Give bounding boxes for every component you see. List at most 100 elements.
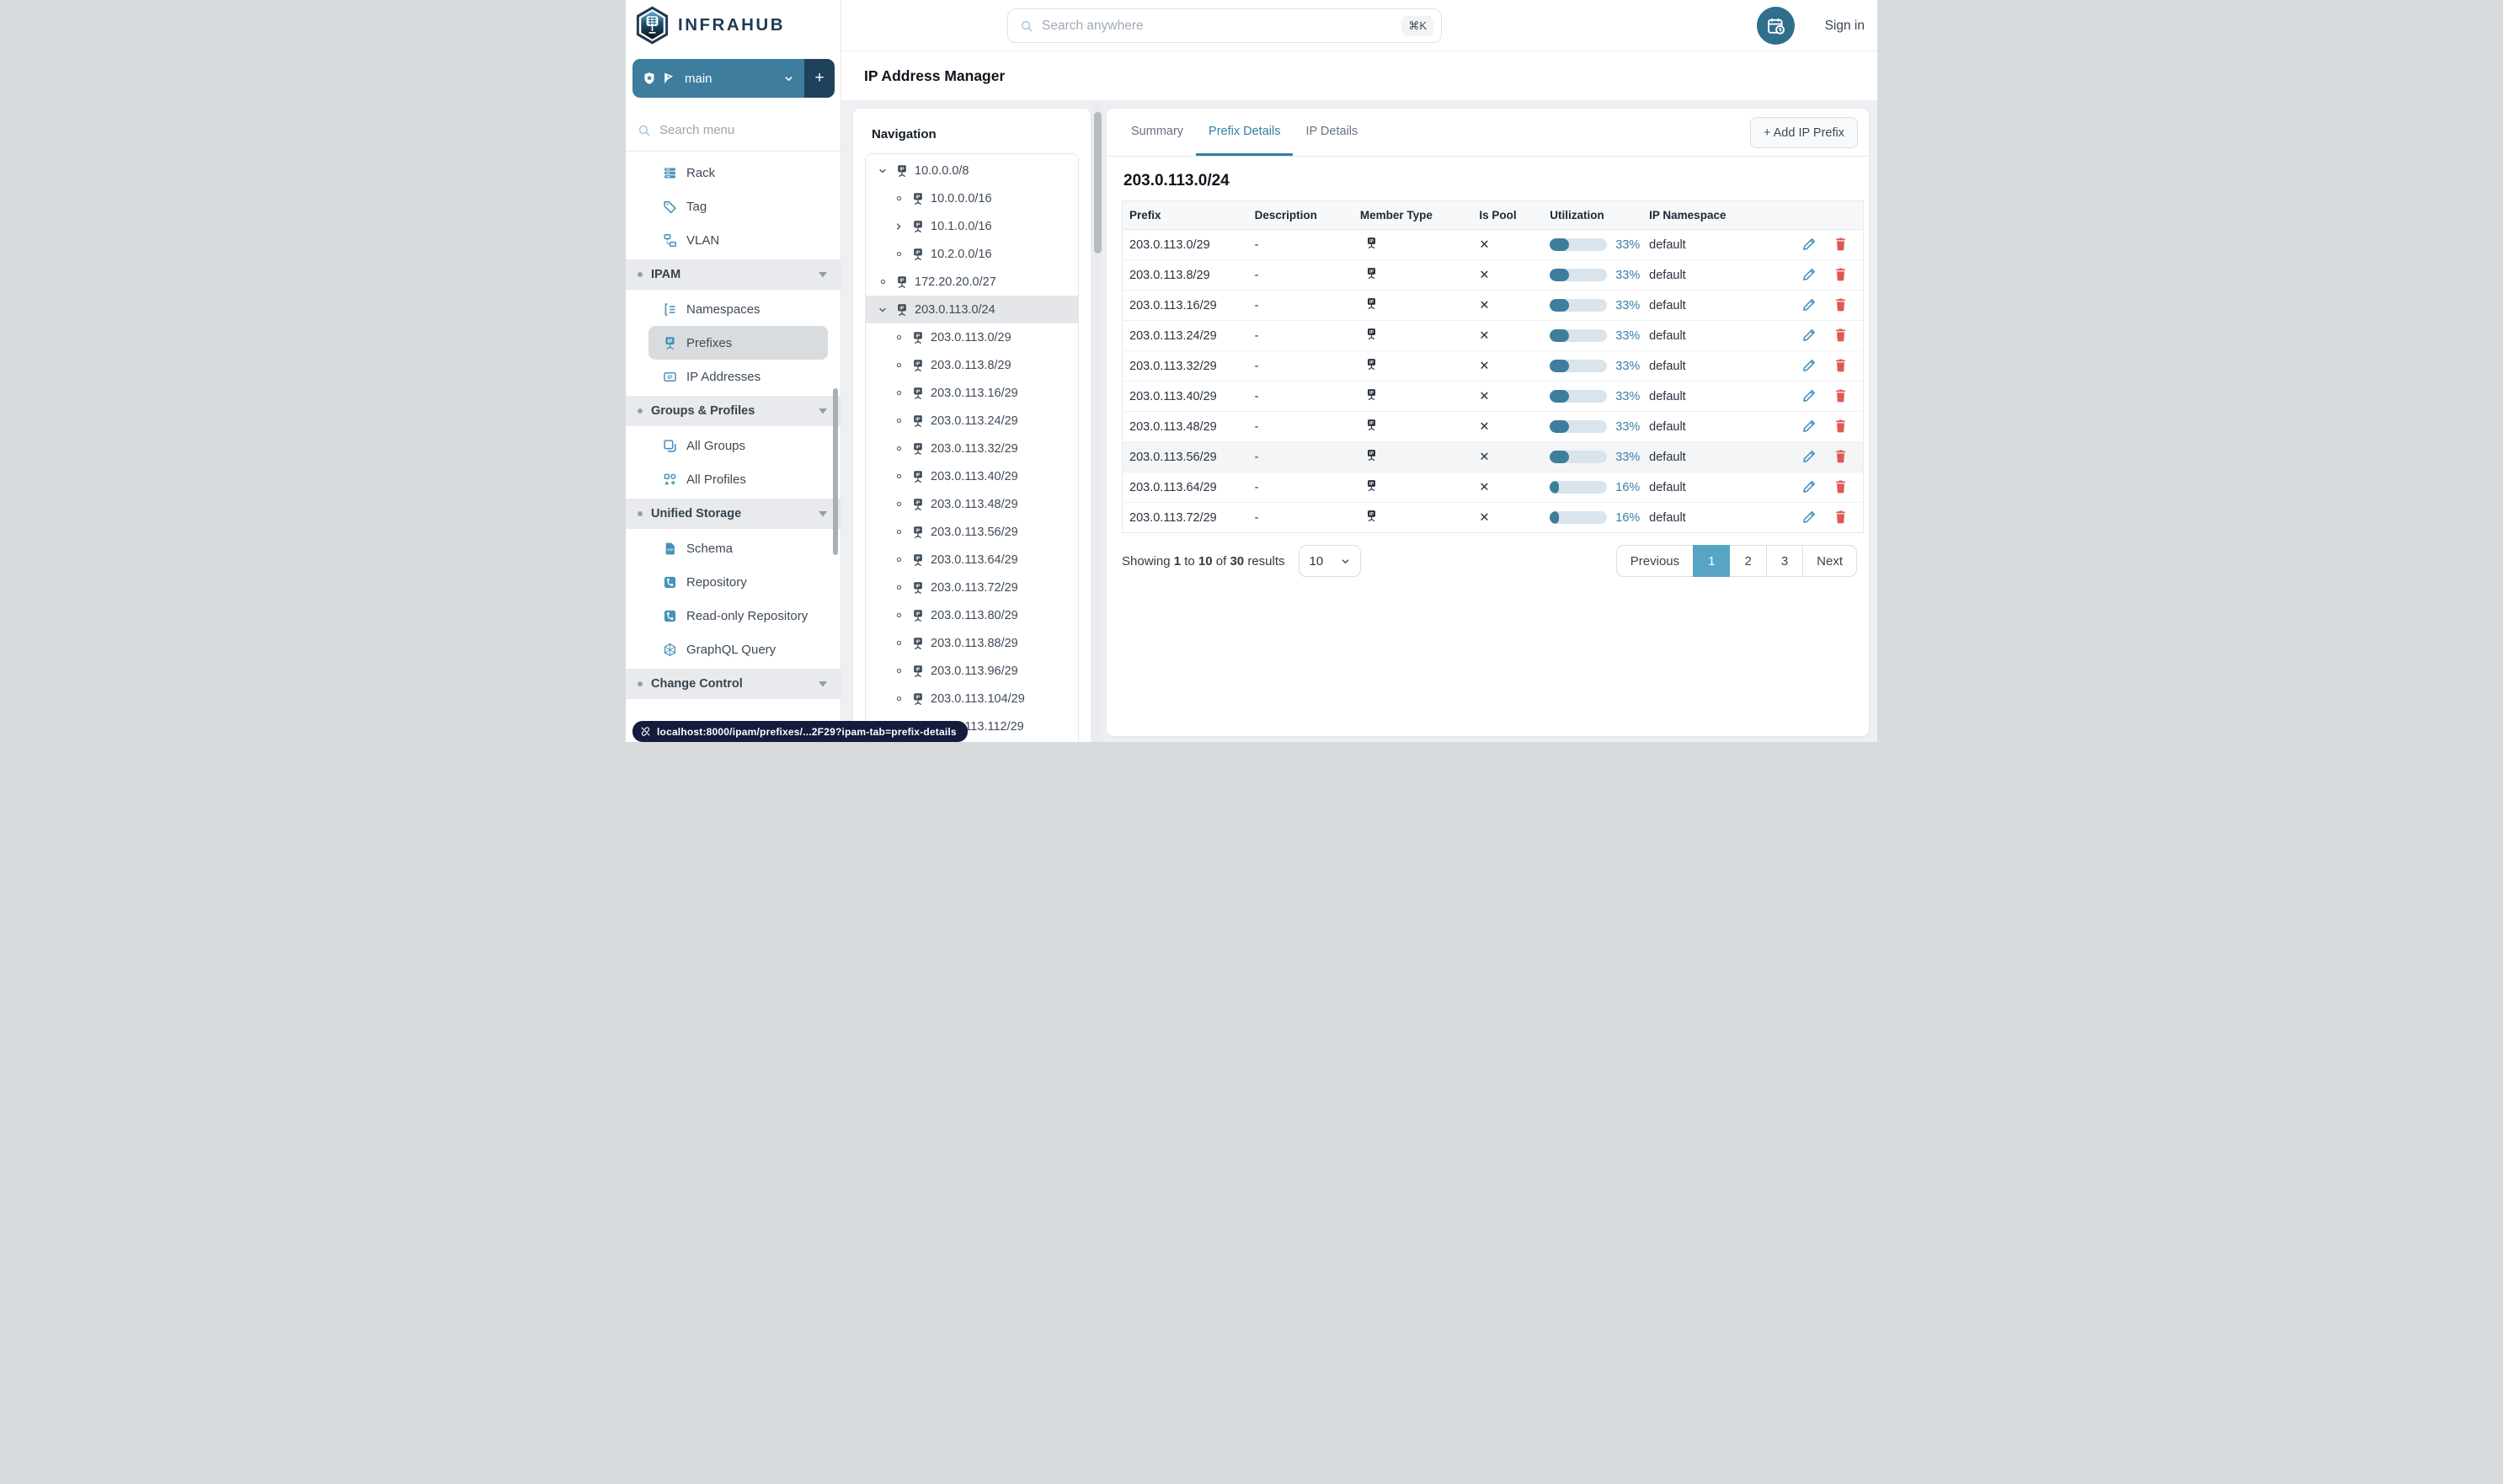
delete-button[interactable] — [1833, 328, 1848, 344]
tab-prefix-details[interactable]: Prefix Details — [1196, 109, 1294, 156]
table-row[interactable]: 203.0.113.72/29- IP ✕ 16% default — [1122, 502, 1864, 533]
add-ip-prefix-button[interactable]: + Add IP Prefix — [1749, 117, 1858, 148]
delete-button[interactable] — [1833, 237, 1848, 254]
sidebar-item-tag[interactable]: Tag — [648, 190, 828, 223]
tree-item-203-0-113-72-29[interactable]: IP 203.0.113.72/29 — [866, 574, 1078, 601]
tree-item-203-0-113-80-29[interactable]: IP 203.0.113.80/29 — [866, 601, 1078, 629]
page-button-1[interactable]: 1 — [1693, 545, 1731, 577]
leaf-bullet[interactable] — [892, 498, 905, 511]
tree-item-203-0-113-40-29[interactable]: IP 203.0.113.40/29 — [866, 462, 1078, 490]
cell-prefix[interactable]: 203.0.113.16/29 — [1122, 290, 1248, 321]
global-search-input[interactable] — [1042, 18, 1394, 34]
table-row[interactable]: 203.0.113.56/29- IP ✕ 33% default — [1122, 441, 1864, 472]
leaf-bullet[interactable] — [892, 665, 905, 678]
collapse-toggle[interactable] — [876, 303, 889, 317]
edit-button[interactable] — [1802, 237, 1817, 254]
sidebar-section-unified-storage[interactable]: Unified Storage — [626, 499, 841, 529]
tree-item-203-0-113-32-29[interactable]: IP 203.0.113.32/29 — [866, 435, 1078, 462]
infrahub-logo[interactable]: INFRAHUB — [634, 5, 785, 45]
cell-prefix[interactable]: 203.0.113.8/29 — [1122, 259, 1248, 291]
tree-item-203-0-113-48-29[interactable]: IP 203.0.113.48/29 — [866, 490, 1078, 518]
cell-prefix[interactable]: 203.0.113.40/29 — [1122, 381, 1248, 412]
delete-button[interactable] — [1833, 358, 1848, 375]
tree-item-10-2-0-0-16[interactable]: IP 10.2.0.0/16 — [866, 240, 1078, 268]
leaf-bullet[interactable] — [892, 248, 905, 261]
tab-summary[interactable]: Summary — [1118, 109, 1196, 156]
tree-item-203-0-113-16-29[interactable]: IP 203.0.113.16/29 — [866, 379, 1078, 407]
sidebar-item-schema[interactable]: <> Schema — [648, 531, 828, 565]
table-row[interactable]: 203.0.113.48/29- IP ✕ 33% default — [1122, 411, 1864, 442]
delete-button[interactable] — [1833, 297, 1848, 314]
cell-prefix[interactable]: 203.0.113.56/29 — [1122, 441, 1248, 472]
sidebar-item-vlan[interactable]: VLAN — [648, 223, 828, 257]
tree-item-10-1-0-0-16[interactable]: IP 10.1.0.0/16 — [866, 212, 1078, 240]
leaf-bullet[interactable] — [892, 526, 905, 539]
leaf-bullet[interactable] — [892, 331, 905, 344]
edit-button[interactable] — [1802, 479, 1817, 496]
time-travel-button[interactable] — [1757, 7, 1795, 45]
edit-button[interactable] — [1802, 297, 1817, 314]
tree-item-203-0-113-0-29[interactable]: IP 203.0.113.0/29 — [866, 323, 1078, 351]
collapse-toggle[interactable] — [876, 164, 889, 178]
leaf-bullet[interactable] — [892, 637, 905, 650]
tree-item-203-0-113-104-29[interactable]: IP 203.0.113.104/29 — [866, 685, 1078, 713]
cell-prefix[interactable]: 203.0.113.32/29 — [1122, 350, 1248, 382]
sidebar-item-read-only-repository[interactable]: Read-only Repository — [648, 599, 828, 633]
cell-prefix[interactable]: 203.0.113.72/29 — [1122, 502, 1248, 533]
table-row[interactable]: 203.0.113.40/29- IP ✕ 33% default — [1122, 381, 1864, 412]
branch-selector[interactable]: main + — [632, 59, 835, 98]
sidebar-section-change-control[interactable]: Change Control — [626, 669, 841, 699]
edit-button[interactable] — [1802, 510, 1817, 526]
sidebar-item-ip-addresses[interactable]: IP IP Addresses — [648, 360, 828, 393]
tree-item-10-0-0-0-16[interactable]: IP 10.0.0.0/16 — [866, 184, 1078, 212]
delete-button[interactable] — [1833, 267, 1848, 284]
sidebar-scrollbar-thumb[interactable] — [833, 388, 838, 555]
delete-button[interactable] — [1833, 510, 1848, 526]
leaf-bullet[interactable] — [892, 192, 905, 206]
edit-button[interactable] — [1802, 388, 1817, 405]
sidebar-item-graphql-query[interactable]: GraphQL Query — [648, 633, 828, 666]
table-row[interactable]: 203.0.113.64/29- IP ✕ 16% default — [1122, 472, 1864, 503]
sidebar-item-rack[interactable]: Rack — [648, 156, 828, 190]
edit-button[interactable] — [1802, 449, 1817, 466]
edit-button[interactable] — [1802, 328, 1817, 344]
sidebar-search-input[interactable] — [659, 123, 829, 137]
add-branch-button[interactable]: + — [804, 59, 835, 98]
delete-button[interactable] — [1833, 479, 1848, 496]
sidebar-item-all-profiles[interactable]: All Profiles — [648, 462, 828, 496]
tree-item-10-0-0-0-8[interactable]: IP 10.0.0.0/8 — [866, 157, 1078, 184]
leaf-bullet[interactable] — [892, 470, 905, 483]
sign-in-link[interactable]: Sign in — [1825, 0, 1865, 51]
expand-toggle[interactable] — [892, 220, 905, 233]
page-button-3[interactable]: 3 — [1765, 545, 1804, 577]
leaf-bullet[interactable] — [892, 692, 905, 706]
cell-prefix[interactable]: 203.0.113.24/29 — [1122, 320, 1248, 351]
table-row[interactable]: 203.0.113.0/29- IP ✕ 33% default — [1123, 230, 1864, 260]
cell-prefix[interactable]: 203.0.113.48/29 — [1122, 411, 1248, 442]
leaf-bullet[interactable] — [892, 581, 905, 595]
delete-button[interactable] — [1833, 419, 1848, 435]
leaf-bullet[interactable] — [892, 414, 905, 428]
tree-item-203-0-113-64-29[interactable]: IP 203.0.113.64/29 — [866, 546, 1078, 574]
tree-item-203-0-113-88-29[interactable]: IP 203.0.113.88/29 — [866, 629, 1078, 657]
delete-button[interactable] — [1833, 449, 1848, 466]
sidebar-item-repository[interactable]: Repository — [648, 565, 828, 599]
navigation-scrollbar-thumb[interactable] — [1093, 112, 1102, 254]
leaf-bullet[interactable] — [892, 553, 905, 567]
tree-item-203-0-113-24-29[interactable]: IP 203.0.113.24/29 — [866, 407, 1078, 435]
edit-button[interactable] — [1802, 267, 1817, 284]
tab-ip-details[interactable]: IP Details — [1293, 109, 1370, 156]
sidebar-item-prefixes[interactable]: IP Prefixes — [648, 326, 828, 360]
sidebar-section-ipam[interactable]: IPAM — [626, 259, 841, 290]
cell-prefix[interactable]: 203.0.113.0/29 — [1123, 230, 1248, 260]
edit-button[interactable] — [1802, 358, 1817, 375]
tree-item-172-20-20-0-27[interactable]: IP 172.20.20.0/27 — [866, 268, 1078, 296]
table-row[interactable]: 203.0.113.32/29- IP ✕ 33% default — [1122, 350, 1864, 382]
sidebar-item-namespaces[interactable]: Namespaces — [648, 292, 828, 326]
next-button[interactable]: Next — [1802, 545, 1857, 577]
leaf-bullet[interactable] — [892, 359, 905, 372]
tree-item-203-0-113-8-29[interactable]: IP 203.0.113.8/29 — [866, 351, 1078, 379]
leaf-bullet[interactable] — [892, 387, 905, 400]
page-button-2[interactable]: 2 — [1729, 545, 1767, 577]
sidebar-item-all-groups[interactable]: All Groups — [648, 429, 828, 462]
